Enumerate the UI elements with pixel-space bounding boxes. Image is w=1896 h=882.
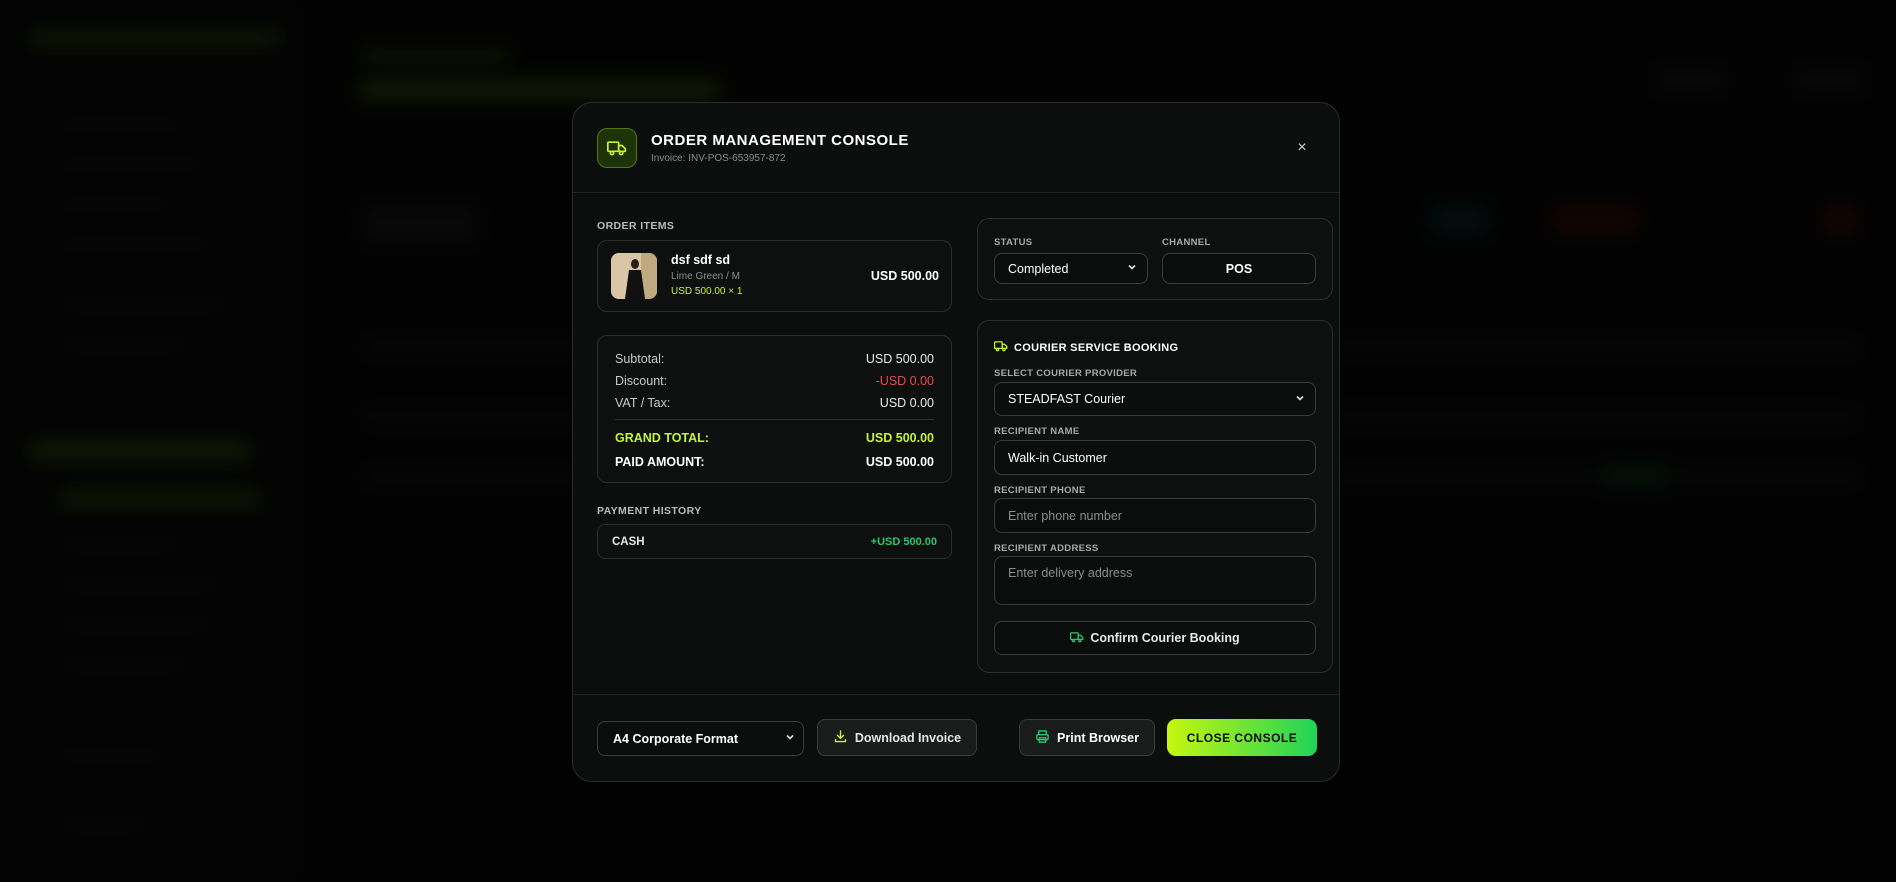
recipient-address-label: RECIPIENT ADDRESS: [994, 543, 1099, 554]
confirm-courier-button[interactable]: Confirm Courier Booking: [994, 621, 1316, 655]
close-icon[interactable]: ×: [1293, 139, 1311, 157]
order-management-modal: ORDER MANAGEMENT CONSOLE Invoice: INV-PO…: [572, 102, 1340, 782]
modal-footer: A4 Corporate Format Download Invoice Pri…: [573, 694, 1339, 781]
grand-total-label: GRAND TOTAL:: [615, 431, 709, 445]
discount-row: Discount: -USD 0.00: [615, 370, 934, 392]
chevron-down-icon: [1127, 262, 1137, 275]
chevron-down-icon: [785, 732, 795, 745]
payment-entry: CASH +USD 500.00: [597, 524, 952, 559]
download-invoice-label: Download Invoice: [854, 730, 962, 745]
recipient-name-label: RECIPIENT NAME: [994, 426, 1080, 437]
grand-total-value: USD 500.00: [865, 431, 934, 445]
close-console-button[interactable]: CLOSE CONSOLE: [1167, 719, 1317, 756]
item-total: USD 500.00: [870, 269, 939, 283]
header-text: ORDER MANAGEMENT CONSOLE Invoice: INV-PO…: [651, 132, 909, 164]
paid-amount-row: PAID AMOUNT: USD 500.00: [615, 450, 934, 474]
chevron-down-icon: [1295, 393, 1305, 406]
channel-field: POS: [1162, 253, 1316, 284]
subtotal-label: Subtotal:: [615, 352, 665, 366]
recipient-address-textarea[interactable]: Enter delivery address: [994, 556, 1316, 605]
tax-row: VAT / Tax: USD 0.00: [615, 392, 934, 414]
order-item-card: dsf sdf sd Lime Green / M USD 500.00 × 1…: [597, 240, 952, 312]
provider-label: SELECT COURIER PROVIDER: [994, 368, 1138, 379]
paid-amount-label: PAID AMOUNT:: [615, 455, 705, 469]
product-thumbnail: [611, 253, 657, 299]
truck-icon: [993, 339, 1014, 356]
provider-value: STEADFAST Courier: [1008, 392, 1126, 406]
totals-summary: Subtotal: USD 500.00 Discount: -USD 0.00…: [597, 335, 952, 483]
courier-booking-card: COURIER SERVICE BOOKING SELECT COURIER P…: [977, 320, 1333, 673]
truck-icon: [1070, 630, 1090, 647]
discount-label: Discount:: [615, 374, 668, 388]
grand-total-row: GRAND TOTAL: USD 500.00: [615, 426, 934, 450]
payment-history-label: PAYMENT HISTORY: [597, 505, 702, 517]
tax-value: USD 0.00: [879, 396, 934, 410]
payment-amount: +USD 500.00: [870, 535, 937, 548]
discount-value: -USD 0.00: [875, 374, 934, 388]
truck-icon: [597, 127, 637, 168]
channel-label: CHANNEL: [1162, 237, 1211, 248]
paid-amount-value: USD 500.00: [865, 455, 934, 469]
tax-label: VAT / Tax:: [615, 396, 671, 410]
format-value: A4 Corporate Format: [613, 731, 739, 746]
printer-icon: [1035, 729, 1057, 747]
download-icon: [833, 729, 855, 747]
courier-title-text: COURIER SERVICE BOOKING: [1014, 341, 1179, 354]
item-price-quantity: USD 500.00 × 1: [671, 286, 743, 297]
invoice-number: Invoice: INV-POS-653957-872: [651, 152, 786, 164]
totals-divider: [615, 419, 934, 420]
download-invoice-button[interactable]: Download Invoice: [817, 719, 977, 756]
subtotal-value: USD 500.00: [865, 352, 934, 366]
status-select[interactable]: Completed: [994, 253, 1148, 284]
status-value: Completed: [1008, 261, 1069, 276]
modal-header: ORDER MANAGEMENT CONSOLE Invoice: INV-PO…: [573, 103, 1339, 193]
payment-method: CASH: [612, 535, 645, 548]
print-browser-label: Print Browser: [1057, 730, 1139, 745]
courier-title: COURIER SERVICE BOOKING: [993, 339, 1179, 356]
recipient-name-input[interactable]: Walk-in Customer: [994, 440, 1316, 475]
status-label: STATUS: [994, 237, 1033, 248]
print-browser-button[interactable]: Print Browser: [1019, 719, 1155, 756]
recipient-phone-input[interactable]: Enter phone number: [994, 498, 1316, 533]
invoice-format-select[interactable]: A4 Corporate Format: [597, 721, 804, 756]
status-channel-card: STATUS Completed CHANNEL POS: [977, 218, 1333, 300]
order-items-label: ORDER ITEMS: [597, 220, 675, 232]
courier-provider-select[interactable]: STEADFAST Courier: [994, 382, 1316, 416]
modal-title: ORDER MANAGEMENT CONSOLE: [651, 131, 909, 149]
recipient-phone-label: RECIPIENT PHONE: [994, 485, 1086, 496]
modal-body: ORDER ITEMS dsf sdf sd Lime Green / M US…: [573, 194, 1339, 697]
item-name: dsf sdf sd: [671, 253, 731, 267]
subtotal-row: Subtotal: USD 500.00: [615, 348, 934, 370]
item-variant: Lime Green / M: [671, 271, 740, 282]
confirm-courier-label: Confirm Courier Booking: [1090, 631, 1240, 645]
